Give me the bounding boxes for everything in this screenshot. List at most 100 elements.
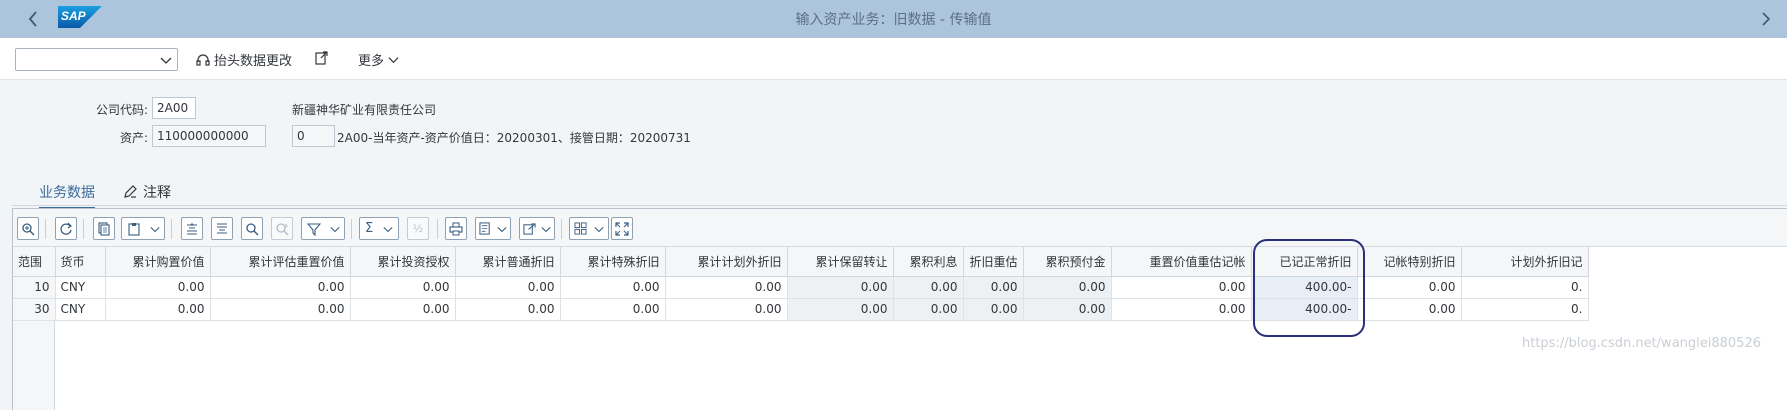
- chevron-right-icon: [1762, 12, 1771, 26]
- view-icon: [479, 222, 490, 235]
- export-button[interactable]: [314, 50, 329, 65]
- tab-bar: 业务数据 注释: [0, 172, 1787, 209]
- asset-subnumber-field[interactable]: [292, 125, 335, 147]
- sort-descending-icon: [217, 222, 227, 234]
- sort-ascending-icon: [187, 222, 197, 235]
- column-header[interactable]: 范围: [13, 247, 56, 277]
- export-icon: [523, 223, 536, 235]
- column-header[interactable]: 折旧重估: [963, 247, 1024, 277]
- cell-currency: CNY: [55, 298, 106, 321]
- asset-number-field[interactable]: [152, 125, 266, 147]
- header-change-label: 抬头数据更改: [214, 54, 293, 69]
- grid-export-menu-button[interactable]: [519, 217, 555, 240]
- column-header[interactable]: 累计评估重置价值: [210, 247, 351, 277]
- cell-value[interactable]: 0.00: [560, 298, 666, 321]
- search-next-icon: [276, 222, 289, 236]
- grid-find-button[interactable]: [241, 217, 263, 240]
- grid-subtotal-button[interactable]: ½: [407, 217, 429, 240]
- column-header[interactable]: 累计投资授权: [350, 247, 456, 277]
- sum-icon: Σ: [364, 221, 374, 236]
- cell-value[interactable]: 0.00: [350, 276, 456, 299]
- more-label: 更多: [358, 54, 385, 69]
- cell-value[interactable]: 0.00: [455, 276, 561, 299]
- cell-value[interactable]: 0.00: [1111, 298, 1252, 321]
- asset-label: 资产:: [119, 131, 148, 145]
- more-menu-button[interactable]: 更多: [358, 50, 399, 69]
- column-header[interactable]: 累积利息: [893, 247, 964, 277]
- cell-value[interactable]: 0.: [1461, 276, 1589, 299]
- grid-toolbar-separator: [171, 219, 172, 239]
- table-row[interactable]: 30 CNY 0.00 0.00 0.00 0.00 0.00 0.00 0.0…: [13, 298, 1589, 321]
- company-code-field[interactable]: [152, 97, 196, 119]
- grid-toolbar-separator: [45, 219, 46, 239]
- grid-fullscreen-button[interactable]: [611, 217, 633, 240]
- filter-icon: [306, 222, 321, 236]
- cell-value: 0.00: [893, 276, 964, 299]
- edit-icon: [124, 185, 137, 198]
- cell-value[interactable]: 0.00: [1357, 276, 1462, 299]
- page-title: 输入资产业务：旧数据 - 传输值: [795, 12, 992, 28]
- asset-description: 2A00-当年资产-资产价值日：20200301、接管日期：20200731: [337, 131, 691, 145]
- cell-area: 10: [13, 276, 56, 299]
- cell-value[interactable]: 0.00: [350, 298, 456, 321]
- cell-area: 30: [13, 298, 56, 321]
- cell-value[interactable]: 0.00: [210, 298, 351, 321]
- cell-value[interactable]: 0.00: [210, 276, 351, 299]
- grid-refresh-button[interactable]: [55, 217, 77, 240]
- cell-value[interactable]: 0.00: [1357, 298, 1462, 321]
- header-change-button[interactable]: 抬头数据更改: [196, 50, 292, 69]
- cell-value[interactable]: 0.00: [665, 298, 788, 321]
- chevron-down-icon: [594, 226, 604, 232]
- grid-copy-button[interactable]: [93, 217, 115, 240]
- cell-value[interactable]: 0.: [1461, 298, 1589, 321]
- column-header[interactable]: 累计特殊折旧: [560, 247, 666, 277]
- grid-view-menu-button[interactable]: [475, 217, 511, 240]
- search-icon: [246, 222, 259, 236]
- values-table: 范围 货币 累计购置价值 累计评估重置价值 累计投资授权 累计普通折旧 累计特殊…: [13, 247, 1589, 321]
- column-header[interactable]: 累计普通折旧: [455, 247, 561, 277]
- grid-total-menu-button[interactable]: Σ: [359, 217, 399, 240]
- cell-value[interactable]: 0.00: [455, 298, 561, 321]
- cell-value[interactable]: 0.00: [105, 276, 211, 299]
- chevron-down-icon: [383, 226, 393, 232]
- grid-details-button[interactable]: [17, 217, 39, 240]
- chevron-down-icon: [160, 57, 172, 64]
- chevron-down-icon: [541, 226, 551, 232]
- grid-sort-descending-button[interactable]: [211, 217, 233, 240]
- grid-sort-ascending-button[interactable]: [181, 217, 203, 240]
- column-header[interactable]: 累计购置价值: [105, 247, 211, 277]
- grid-paste-menu-button[interactable]: [121, 217, 165, 240]
- forward-button[interactable]: [1753, 6, 1779, 32]
- cell-value: 0.00: [893, 298, 964, 321]
- grid-find-next-button[interactable]: [271, 217, 293, 240]
- column-header[interactable]: 货币: [55, 247, 106, 277]
- grid-print-button[interactable]: [445, 217, 467, 240]
- toolbar: 抬头数据更改 更多: [0, 38, 1787, 80]
- company-name: 新疆神华矿业有限责任公司: [292, 103, 437, 117]
- cell-value[interactable]: 0.00: [560, 276, 666, 299]
- column-header[interactable]: 记帐特别折旧: [1357, 247, 1462, 277]
- table-row[interactable]: 10 CNY 0.00 0.00 0.00 0.00 0.00 0.00 0.0…: [13, 276, 1589, 299]
- chevron-down-icon: [388, 57, 399, 64]
- cell-value[interactable]: 0.00: [665, 276, 788, 299]
- column-header[interactable]: 已记正常折旧: [1251, 247, 1358, 277]
- tab-notes-label: 注释: [143, 185, 171, 201]
- grid-layout-menu-button[interactable]: [569, 217, 609, 240]
- cell-value[interactable]: 0.00: [105, 298, 211, 321]
- cell-value[interactable]: 0.00: [1111, 276, 1252, 299]
- column-header[interactable]: 重置价值重估记帐: [1111, 247, 1252, 277]
- cell-value[interactable]: 400.00-: [1251, 298, 1358, 321]
- column-header[interactable]: 累计计划外折旧: [665, 247, 788, 277]
- shell-header: SAP 输入资产业务：旧数据 - 传输值: [0, 0, 1787, 38]
- cell-value: 0.00: [787, 276, 894, 299]
- tab-notes[interactable]: 注释: [123, 182, 171, 202]
- chevron-down-icon: [497, 226, 507, 232]
- variant-dropdown[interactable]: [15, 48, 178, 71]
- grid-filter-menu-button[interactable]: [301, 217, 345, 240]
- cell-value[interactable]: 400.00-: [1251, 276, 1358, 299]
- chevron-down-icon: [149, 226, 160, 232]
- column-header[interactable]: 累积预付金: [1023, 247, 1112, 277]
- column-header[interactable]: 计划外折旧记: [1461, 247, 1589, 277]
- cell-currency: CNY: [55, 276, 106, 299]
- column-header[interactable]: 累计保留转让: [787, 247, 894, 277]
